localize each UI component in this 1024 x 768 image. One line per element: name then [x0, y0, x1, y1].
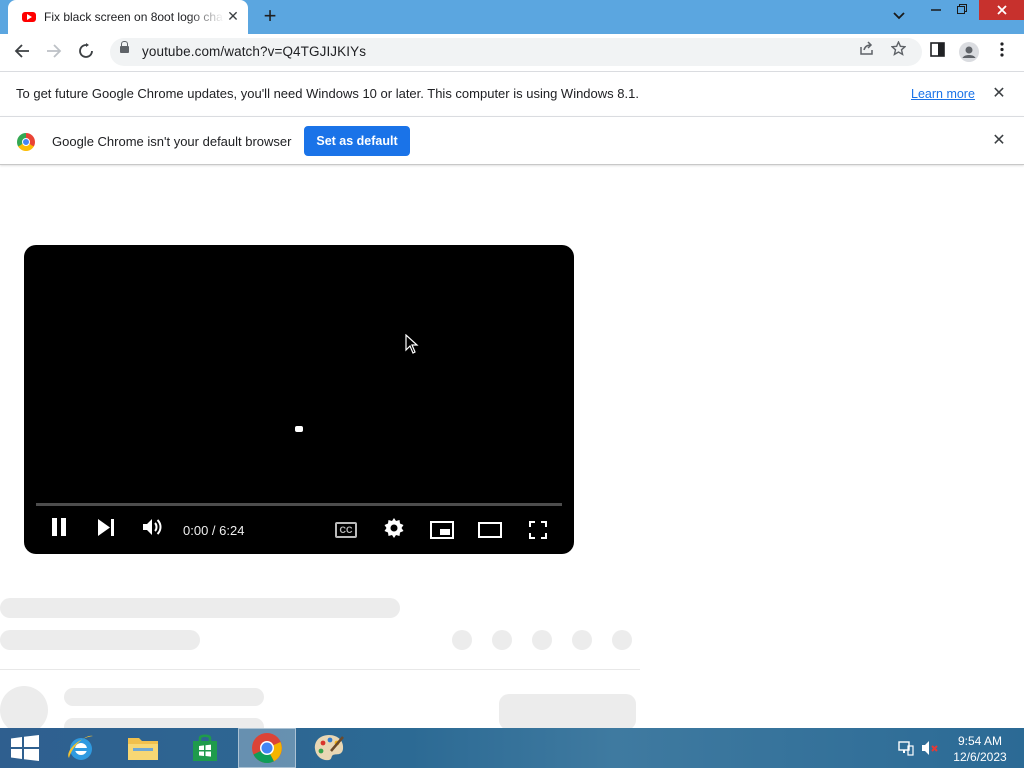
- gear-icon: [384, 518, 404, 538]
- skeleton-title: [0, 598, 400, 618]
- time-display: 0:00 / 6:24: [183, 523, 245, 538]
- settings-button[interactable]: [382, 517, 406, 543]
- update-warning-close-button[interactable]: ✕: [990, 85, 1008, 103]
- windows-logo-icon: [11, 735, 39, 761]
- start-button[interactable]: [0, 728, 50, 768]
- subtitles-button[interactable]: CC: [335, 522, 357, 538]
- tab-title: Fix black screen on 8oot logo cha: [44, 10, 223, 24]
- skeleton-subscribe-button: [499, 694, 636, 730]
- arrow-left-icon: [14, 44, 29, 58]
- share-icon: [859, 41, 873, 55]
- network-tray-button[interactable]: [897, 740, 915, 759]
- address-bar[interactable]: youtube.com/watch?v=Q4TGJIJKIYs: [110, 38, 922, 66]
- fullscreen-button[interactable]: [529, 521, 547, 539]
- fullscreen-corner: [529, 533, 535, 539]
- arrow-right-icon: [47, 44, 62, 58]
- fullscreen-corner: [529, 521, 535, 527]
- clock[interactable]: 9:54 AM 12/6/2023: [948, 733, 1012, 765]
- youtube-favicon-icon: [22, 12, 36, 22]
- mouse-cursor-icon: [405, 334, 419, 354]
- video-player[interactable]: 0:00 / 6:24 CC: [24, 245, 574, 554]
- chrome-logo-icon: [252, 733, 282, 764]
- skeleton-subtitle: [0, 630, 200, 650]
- update-warning-message: To get future Google Chrome updates, you…: [16, 86, 639, 101]
- taskbar-store[interactable]: [176, 728, 234, 768]
- windows-taskbar: 9:54 AM 12/6/2023: [0, 728, 1024, 768]
- clock-time: 9:54 AM: [957, 734, 1003, 748]
- default-browser-infobar: Google Chrome isn't your default browser…: [0, 116, 1024, 165]
- skeleton-action: [612, 630, 632, 650]
- volume-muted-icon: [922, 741, 938, 755]
- tab-search-button[interactable]: [888, 6, 910, 28]
- default-browser-close-button[interactable]: ✕: [990, 132, 1008, 150]
- bookmark-button[interactable]: [887, 40, 909, 63]
- network-icon: [898, 741, 914, 756]
- default-browser-message: Google Chrome isn't your default browser: [52, 134, 292, 149]
- tab-close-button[interactable]: ✕: [225, 8, 241, 24]
- restore-button[interactable]: [951, 0, 973, 22]
- side-panel-icon: [929, 42, 945, 57]
- progress-bar[interactable]: [36, 503, 562, 506]
- loading-indicator: [295, 426, 303, 432]
- volume-icon: [143, 519, 162, 535]
- internet-explorer-icon: [68, 735, 93, 760]
- volume-button[interactable]: [142, 517, 164, 543]
- browser-title-bar: Fix black screen on 8oot logo cha ✕ +: [0, 0, 1024, 34]
- new-tab-button[interactable]: +: [258, 5, 282, 29]
- store-icon: [193, 734, 217, 761]
- theater-mode-button[interactable]: [478, 522, 502, 538]
- taskbar-internet-explorer[interactable]: [52, 728, 110, 768]
- taskbar-chrome[interactable]: [238, 728, 296, 768]
- volume-tray-button[interactable]: [921, 740, 939, 759]
- close-window-button[interactable]: [979, 0, 1024, 20]
- skeleton-avatar: [0, 686, 48, 734]
- minimize-button[interactable]: [925, 0, 947, 22]
- profile-button[interactable]: [958, 42, 980, 64]
- pause-button[interactable]: [50, 517, 68, 543]
- set-as-default-button[interactable]: Set as default: [304, 126, 410, 156]
- pause-icon: [52, 518, 66, 536]
- skeleton-action: [492, 630, 512, 650]
- paint-palette-icon: [314, 735, 344, 761]
- stop-loading-button[interactable]: [73, 40, 99, 66]
- next-button[interactable]: [96, 517, 116, 543]
- chevron-down-icon: [893, 12, 905, 20]
- close-icon: [996, 5, 1007, 15]
- skeleton-channel-name: [64, 688, 264, 706]
- avatar-icon: [959, 42, 979, 62]
- chrome-logo-icon: [17, 133, 35, 151]
- more-vert-icon: [1000, 42, 1004, 57]
- skeleton-action: [532, 630, 552, 650]
- skeleton-action: [572, 630, 592, 650]
- restore-icon: [957, 4, 967, 14]
- side-panel-button[interactable]: [926, 42, 948, 64]
- share-button[interactable]: [855, 41, 877, 63]
- star-icon: [889, 40, 907, 56]
- fullscreen-corner: [541, 521, 547, 527]
- minimize-icon: [931, 9, 941, 11]
- skeleton-action: [452, 630, 472, 650]
- forward-button[interactable]: [41, 40, 67, 66]
- learn-more-link[interactable]: Learn more: [911, 87, 975, 101]
- skip-next-icon: [98, 519, 114, 536]
- taskbar-paint[interactable]: [300, 728, 358, 768]
- browser-tab[interactable]: Fix black screen on 8oot logo cha ✕: [8, 0, 248, 34]
- fullscreen-corner: [541, 533, 547, 539]
- back-button[interactable]: [9, 40, 35, 66]
- url-text: youtube.com/watch?v=Q4TGJIJKIYs: [142, 44, 367, 59]
- chrome-menu-button[interactable]: [991, 42, 1013, 64]
- browser-toolbar: youtube.com/watch?v=Q4TGJIJKIYs: [0, 34, 1024, 71]
- loading-spinner-icon: [79, 43, 93, 58]
- update-warning-infobar: To get future Google Chrome updates, you…: [0, 71, 1024, 116]
- clock-date: 12/6/2023: [953, 750, 1007, 764]
- lock-icon: [120, 41, 129, 53]
- taskbar-file-explorer[interactable]: [114, 728, 172, 768]
- divider: [0, 669, 640, 670]
- folder-icon: [128, 738, 158, 760]
- miniplayer-button[interactable]: [430, 521, 454, 539]
